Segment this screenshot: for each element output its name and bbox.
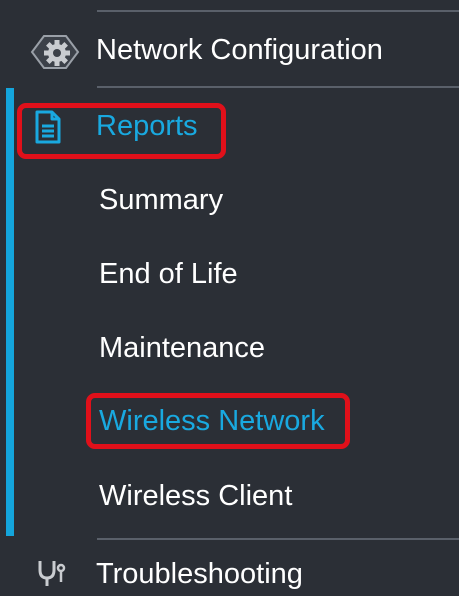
submenu-item-end-of-life[interactable]: End of Life	[99, 254, 238, 294]
menu-item-label: Network Configuration	[96, 34, 383, 66]
submenu-item-label: Wireless Client	[99, 479, 293, 512]
submenu-item-label: Wireless Network	[99, 404, 325, 437]
section-divider	[97, 538, 459, 540]
submenu-item-label: Summary	[99, 183, 224, 216]
submenu-item-maintenance[interactable]: Maintenance	[99, 328, 265, 368]
submenu-item-label: Maintenance	[99, 331, 266, 364]
section-divider	[97, 86, 459, 88]
active-section-indicator	[6, 88, 14, 536]
stethoscope-icon	[36, 558, 66, 596]
menu-item-label: Reports	[96, 110, 198, 142]
submenu-item-wireless-network[interactable]: Wireless Network	[99, 401, 325, 441]
gear-icon	[30, 32, 80, 80]
submenu-item-wireless-client[interactable]: Wireless Client	[99, 476, 292, 516]
menu-item-label: Troubleshooting	[96, 558, 303, 590]
submenu-item-label: End of Life	[99, 257, 238, 290]
document-icon	[34, 110, 62, 152]
submenu-item-summary[interactable]: Summary	[99, 180, 223, 220]
top-divider	[97, 10, 459, 12]
